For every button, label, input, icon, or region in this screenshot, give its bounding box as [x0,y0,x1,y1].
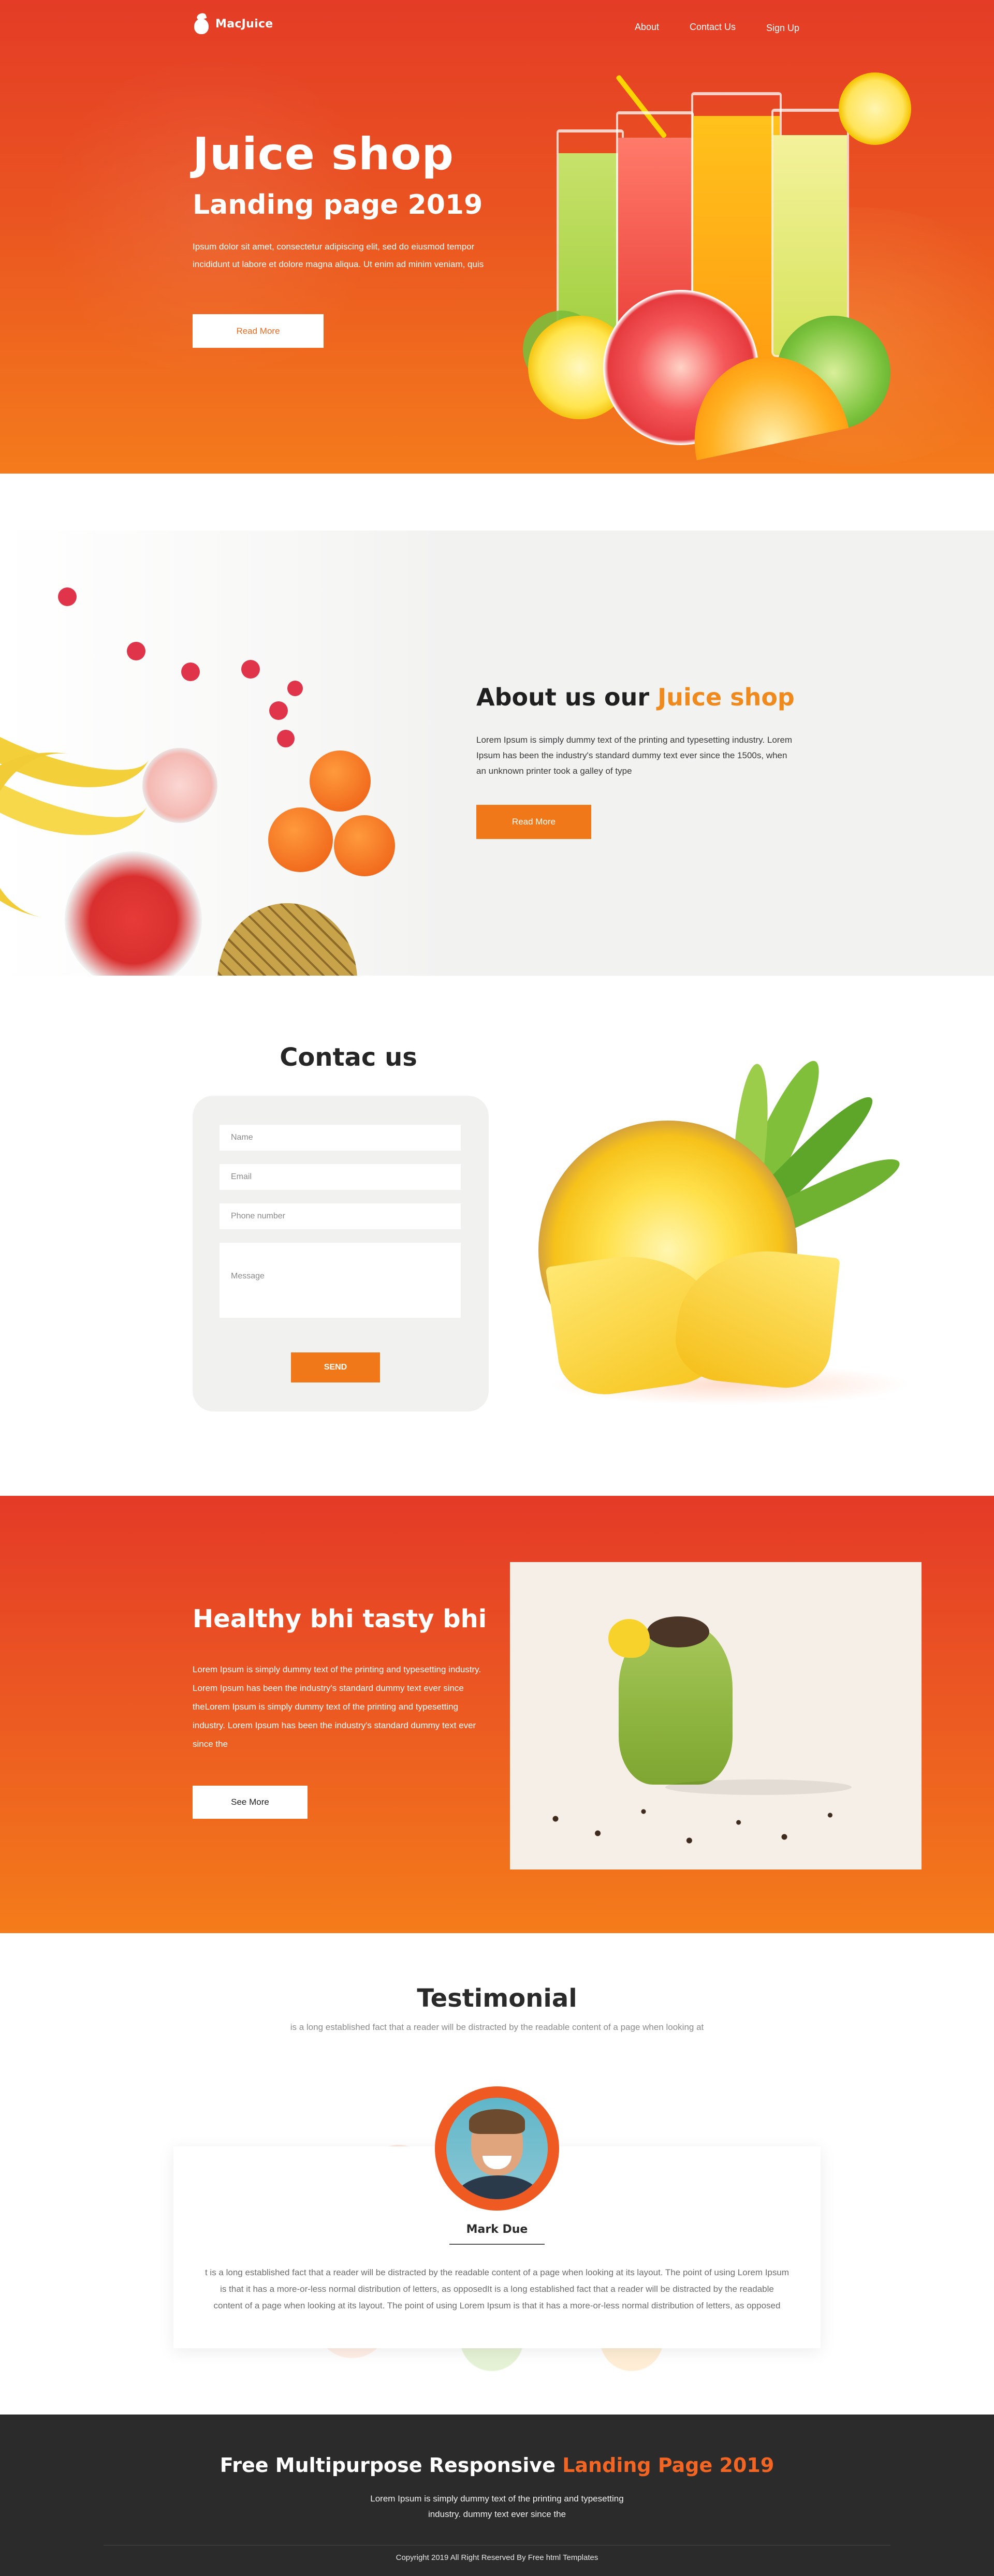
copyright-text: Copyright 2019 All Right Reserved By Fre… [396,2553,598,2562]
footer-text-line: Lorem Ipsum is simply dummy text of the … [370,2494,624,2504]
testimonial-quote: t is a long established fact that a read… [204,2268,790,2310]
see-more-button[interactable]: See More [193,1786,308,1819]
testimonial-subtitle: is a long established fact that a reader… [290,2022,704,2032]
footer-title: Free Multipurpose Responsive Landing Pag… [0,2454,994,2477]
fruit-flatlay-image [0,531,445,976]
green-smoothie-image [510,1562,922,1870]
healthy-section: Healthy bhi tasty bhi Lorem Ipsum is sim… [0,1496,994,1933]
testimonial-section: Testimonial is a long established fact t… [0,1933,994,2415]
send-button[interactable]: SEND [291,1352,380,1382]
footer: Free Multipurpose Responsive Landing Pag… [0,2415,994,2576]
phone-field[interactable] [220,1203,461,1229]
contact-section: Contac us SEND [0,976,994,1496]
contact-form: SEND [193,1096,489,1411]
about-section: About us our Juice shop Lorem Ipsum is s… [0,531,994,976]
healthy-description: Lorem Ipsum is simply dummy text of the … [193,1665,481,1749]
hero-read-more-button[interactable]: Read More [193,314,324,348]
about-read-more-button[interactable]: Read More [476,805,591,839]
footer-description: Lorem Ipsum is simply dummy text of the … [0,2491,994,2522]
hero-title: Juice shop [193,128,455,180]
logo-text: MacJuice [215,17,273,31]
about-title-accent: Juice shop [657,683,795,711]
name-field[interactable] [220,1125,461,1151]
about-title-plain: About us our [476,683,650,711]
hero-subtitle: Landing page 2019 [193,189,483,220]
healthy-title: Healthy bhi tasty bhi [193,1605,487,1633]
juice-glasses-image [492,47,947,461]
logo[interactable]: MacJuice [193,12,273,34]
about-title: About us our Juice shop [476,683,795,711]
hero-description: Ipsum dolor sit amet, consectetur adipis… [193,242,484,269]
footer-title-accent: Landing Page 2019 [562,2454,774,2477]
nav-link-about[interactable]: About [635,22,659,33]
pineapple-image [518,1043,942,1447]
hero-section: MacJuice About Contact Us Sign Up Juice … [0,0,994,474]
pineapple-logo-icon [193,12,210,34]
author-divider [449,2244,545,2245]
footer-title-plain: Free Multipurpose Responsive [220,2454,556,2477]
about-description: Lorem Ipsum is simply dummy text of the … [476,735,793,776]
message-field[interactable] [220,1243,461,1318]
avatar [435,2086,559,2211]
email-field[interactable] [220,1164,461,1190]
nav-link-signup[interactable]: Sign Up [766,23,799,34]
testimonial-title: Testimonial [417,1984,577,2013]
footer-text-line: industry. dummy text ever since the [428,2509,566,2519]
testimonial-author: Mark Due [466,2223,528,2236]
nav-link-contact[interactable]: Contact Us [690,22,736,33]
